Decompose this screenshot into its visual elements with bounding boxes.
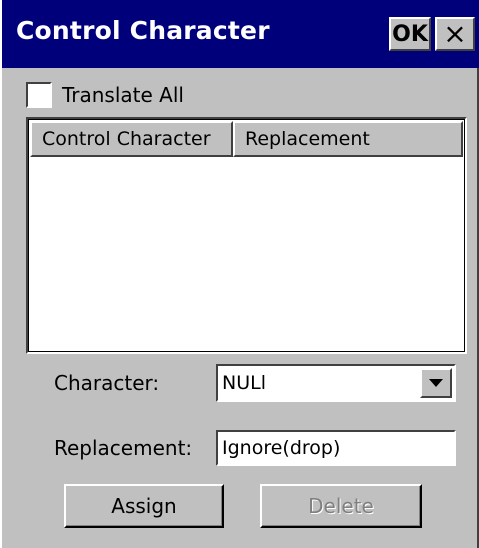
translate-all-row[interactable]: Translate All (26, 80, 184, 110)
assign-button[interactable]: Assign (64, 484, 224, 528)
triangle-down-icon (429, 379, 443, 387)
translate-all-checkbox[interactable] (26, 82, 52, 108)
replacement-label: Replacement: (54, 436, 193, 460)
character-select[interactable]: NULl (216, 364, 456, 402)
character-select-value: NULl (222, 372, 266, 394)
close-button[interactable]: × (435, 17, 475, 51)
window-title: Control Character (16, 16, 270, 45)
control-character-list[interactable]: Control Character Replacement (26, 117, 467, 354)
column-header-control-character[interactable]: Control Character (30, 121, 233, 157)
character-label: Character: (54, 371, 160, 395)
control-character-dialog: Control Character OK × Translate All Con… (0, 0, 479, 548)
ok-button[interactable]: OK (389, 17, 431, 51)
dropdown-button[interactable] (420, 368, 452, 398)
translate-all-label: Translate All (62, 83, 184, 107)
close-icon: × (443, 17, 467, 50)
column-header-replacement[interactable]: Replacement (233, 121, 463, 157)
replacement-field[interactable]: Ignore(drop) (216, 430, 456, 466)
delete-button[interactable]: Delete (260, 484, 422, 528)
list-header: Control Character Replacement (30, 121, 463, 157)
title-bar: Control Character OK × (2, 0, 479, 68)
